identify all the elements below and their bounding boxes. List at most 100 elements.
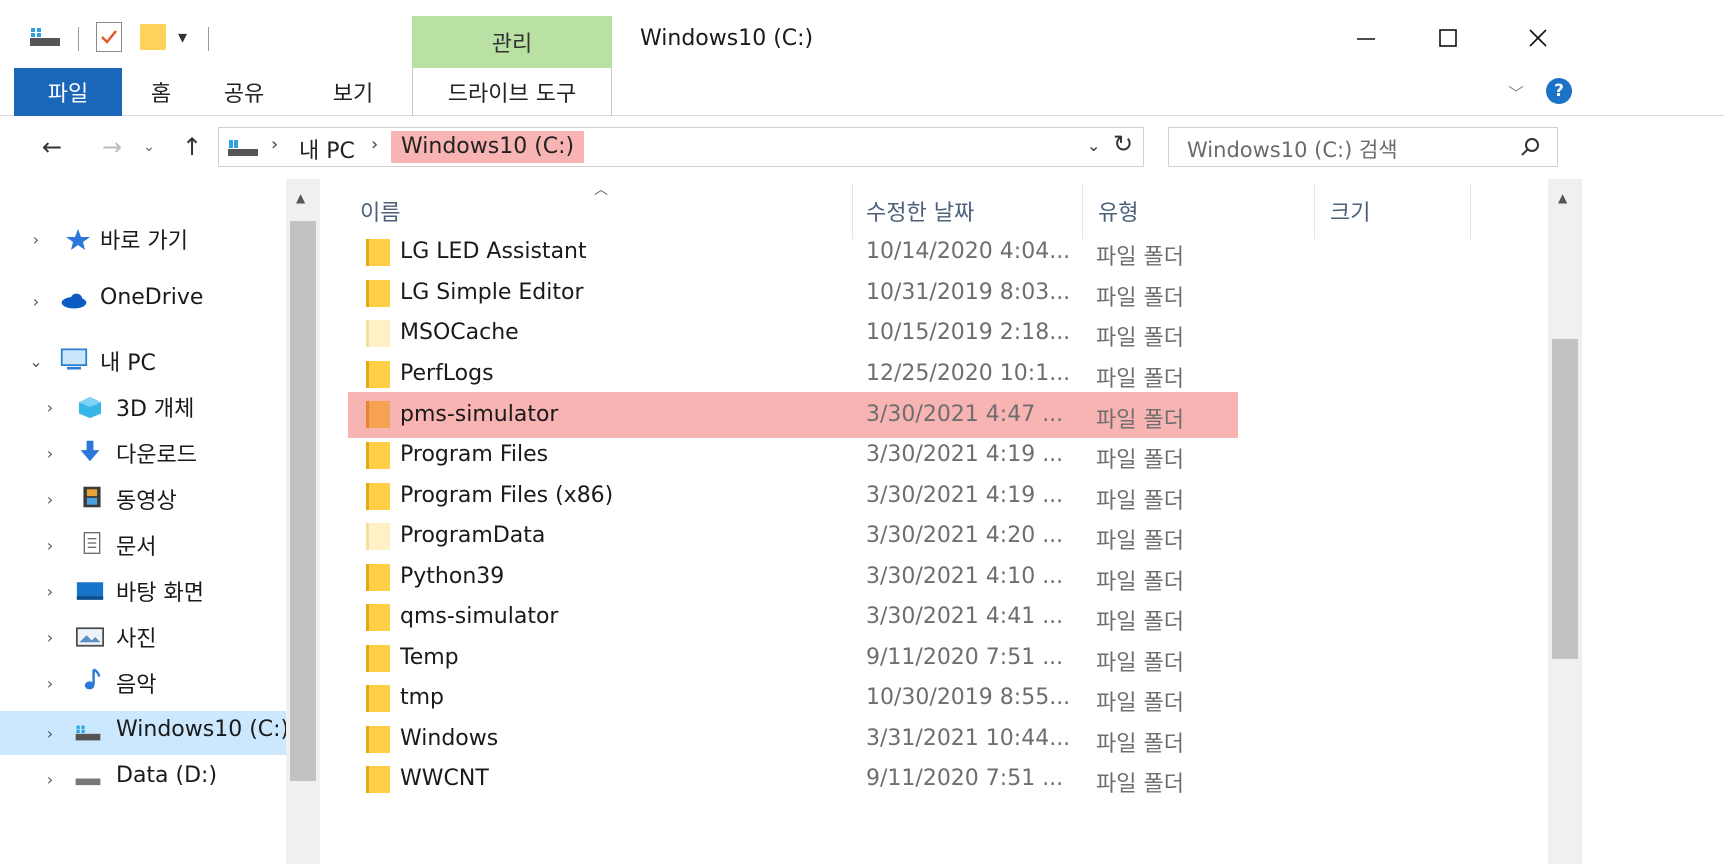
column-header-size[interactable]: 크기 [1330,195,1370,227]
column-divider[interactable] [1314,183,1315,239]
file-list-scrollbar[interactable]: ▲ [1548,179,1582,864]
customize-quick-access-icon[interactable]: ▾ [178,22,187,52]
expand-chevron-icon[interactable]: › [40,490,60,509]
nav-label: 바로 가기 [100,229,188,254]
forward-arrow-icon[interactable]: → [94,129,130,165]
nav-item-3d-objects[interactable]: › 3D 개체 [0,385,286,429]
video-icon [83,486,101,508]
nav-item-pictures[interactable]: › 사진 [0,615,286,659]
file-date: 3/30/2021 4:41 ... [866,604,1064,629]
new-folder-icon[interactable] [140,24,166,50]
file-date: 12/25/2020 10:1... [866,361,1071,386]
nav-label: 다운로드 [116,443,197,468]
tab-home[interactable]: 홈 [138,68,184,116]
star-icon [66,229,90,250]
search-box[interactable]: Windows10 (C:) 검색 [1168,127,1558,167]
ribbon-expand-chevron-icon[interactable]: ﹀ [1508,80,1524,104]
folder-icon [366,604,390,631]
table-row[interactable]: MSOCache 10/15/2019 2:18... 파일 폴더 [348,313,1238,353]
refresh-icon[interactable]: ↻ [1113,130,1133,158]
recent-locations-chevron-icon[interactable]: ⌄ [136,129,162,165]
expand-chevron-icon[interactable]: › [40,398,60,417]
table-row[interactable]: tmp 10/30/2019 8:55... 파일 폴더 [348,678,1238,718]
file-date: 3/30/2021 4:19 ... [866,483,1064,508]
nav-item-downloads[interactable]: › 다운로드 [0,431,286,475]
expand-chevron-icon[interactable]: › [40,674,60,693]
pictures-icon [76,627,104,647]
folder-icon [366,280,390,307]
nav-item-desktop[interactable]: › 바탕 화면 [0,569,286,613]
nav-item-videos[interactable]: › 동영상 [0,477,286,521]
minimize-button[interactable] [1336,14,1396,62]
expand-chevron-icon[interactable]: › [26,230,46,249]
close-button[interactable] [1508,14,1568,62]
tab-drive-tools[interactable]: 드라이브 도구 [412,68,612,116]
expand-chevron-icon[interactable]: › [40,444,60,463]
nav-pane-scrollbar[interactable]: ▲ [286,179,320,864]
manage-context-group: 관리 [412,16,612,68]
file-date: 3/30/2021 4:47 ... [866,402,1064,427]
scroll-up-icon[interactable]: ▲ [296,191,305,205]
expand-chevron-icon[interactable]: › [40,770,60,789]
file-name: PerfLogs [400,361,494,386]
file-name: LG Simple Editor [400,280,584,305]
tab-file[interactable]: 파일 [14,68,122,116]
breadcrumb-separator-icon[interactable]: › [271,134,278,155]
file-type: 파일 폴더 [1096,772,1184,797]
column-divider[interactable] [852,183,853,239]
scrollbar-thumb[interactable] [290,221,316,781]
quick-access-drive-icon[interactable] [28,22,62,52]
drive-icon [75,778,101,786]
table-row[interactable]: ProgramData 3/30/2021 4:20 ... 파일 폴더 [348,516,1238,556]
table-row[interactable]: qms-simulator 3/30/2021 4:41 ... 파일 폴더 [348,597,1238,637]
nav-item-onedrive[interactable]: › OneDrive [0,279,286,323]
properties-check-icon[interactable] [96,22,122,52]
breadcrumb-drive-c[interactable]: Windows10 (C:) [391,131,585,163]
file-date: 10/14/2020 4:04... [866,239,1071,264]
table-row[interactable]: Program Files 3/30/2021 4:19 ... 파일 폴더 [348,435,1238,475]
column-divider[interactable] [1470,183,1471,239]
table-row[interactable]: WWCNT 9/11/2020 7:51 ... 파일 폴더 [348,759,1238,799]
file-list: ︿ 이름 수정한 날짜 유형 크기 LG LED Assistant 10/14… [320,179,1724,864]
table-row[interactable]: Windows 3/31/2021 10:44... 파일 폴더 [348,719,1238,759]
file-type: 파일 폴더 [1096,367,1184,392]
column-header-type[interactable]: 유형 [1098,195,1138,227]
table-row[interactable]: Program Files (x86) 3/30/2021 4:19 ... 파… [348,476,1238,516]
table-row[interactable]: LG LED Assistant 10/14/2020 4:04... 파일 폴… [348,232,1238,272]
nav-item-drive-c[interactable]: › Windows10 (C:) [0,711,289,755]
search-icon[interactable] [1519,135,1543,159]
nav-item-this-pc[interactable]: ⌄ 내 PC [0,339,286,383]
breadcrumb-this-pc[interactable]: 내 PC [299,133,355,165]
scrollbar-thumb[interactable] [1552,339,1578,659]
nav-item-documents[interactable]: › 문서 [0,523,286,567]
folder-icon [366,766,390,793]
nav-item-drive-d[interactable]: › Data (D:) [0,757,286,801]
table-row[interactable]: Python39 3/30/2021 4:10 ... 파일 폴더 [348,557,1238,597]
help-icon[interactable]: ? [1546,78,1572,104]
table-row[interactable]: LG Simple Editor 10/31/2019 8:03... 파일 폴… [348,273,1238,313]
expand-chevron-icon[interactable]: › [40,582,60,601]
scroll-up-icon[interactable]: ▲ [1558,191,1567,205]
collapse-chevron-icon[interactable]: ⌄ [26,352,46,371]
column-divider[interactable] [1082,183,1083,239]
up-arrow-icon[interactable]: ↑ [174,129,210,165]
breadcrumb-separator-icon[interactable]: › [371,134,378,155]
file-type: 파일 폴더 [1096,651,1184,676]
tab-view[interactable]: 보기 [320,68,386,116]
address-dropdown-icon[interactable]: ⌄ [1087,136,1100,155]
table-row-highlighted[interactable]: pms-simulator 3/30/2021 4:47 ... 파일 폴더 [348,392,1238,438]
expand-chevron-icon[interactable]: › [26,292,46,311]
table-row[interactable]: PerfLogs 12/25/2020 10:1... 파일 폴더 [348,354,1238,394]
column-header-name[interactable]: 이름 [360,195,400,227]
column-header-date[interactable]: 수정한 날짜 [866,195,974,227]
tab-share[interactable]: 공유 [214,68,274,116]
maximize-button[interactable] [1418,14,1478,62]
table-row[interactable]: Temp 9/11/2020 7:51 ... 파일 폴더 [348,638,1238,678]
nav-item-quick-access[interactable]: › 바로 가기 [0,217,286,261]
address-bar[interactable]: › 내 PC › Windows10 (C:) ⌄ ↻ [218,127,1144,167]
expand-chevron-icon[interactable]: › [40,628,60,647]
expand-chevron-icon[interactable]: › [40,536,60,555]
back-arrow-icon[interactable]: ← [32,129,72,165]
nav-item-music[interactable]: › 음악 [0,661,286,705]
expand-chevron-icon[interactable]: › [40,724,60,743]
